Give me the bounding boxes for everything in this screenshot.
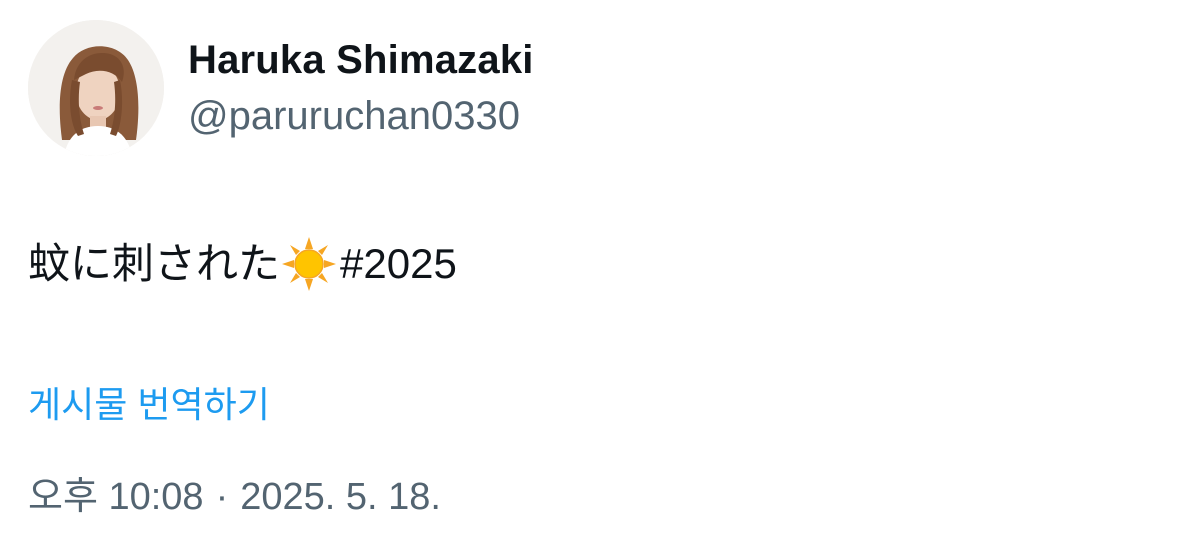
tweet-time: 오후 10:08 bbox=[28, 476, 204, 518]
tweet-text: 蚊に刺された #2025 bbox=[28, 236, 457, 292]
translate-post-link[interactable]: 게시물 번역하기 bbox=[28, 382, 270, 428]
tweet-header: Haruka Shimazaki @paruruchan0330 bbox=[28, 20, 534, 156]
tweet-text-content: 蚊に刺された bbox=[28, 240, 281, 287]
avatar[interactable] bbox=[28, 20, 164, 156]
tweet-date: 2025. 5. 18. bbox=[240, 476, 441, 518]
avatar-photo-icon bbox=[28, 20, 164, 156]
hashtag-link[interactable]: #2025 bbox=[340, 236, 457, 292]
user-handle[interactable]: @paruruchan0330 bbox=[188, 92, 534, 140]
tweet: Haruka Shimazaki @paruruchan0330 蚊に刺された bbox=[0, 0, 1200, 553]
sun-emoji-icon bbox=[282, 237, 337, 291]
tweet-timestamp[interactable]: 오후 10:08 · 2025. 5. 18. bbox=[28, 472, 441, 522]
user-names: Haruka Shimazaki @paruruchan0330 bbox=[188, 36, 534, 140]
display-name[interactable]: Haruka Shimazaki bbox=[188, 36, 534, 84]
timestamp-separator: · bbox=[215, 476, 229, 518]
